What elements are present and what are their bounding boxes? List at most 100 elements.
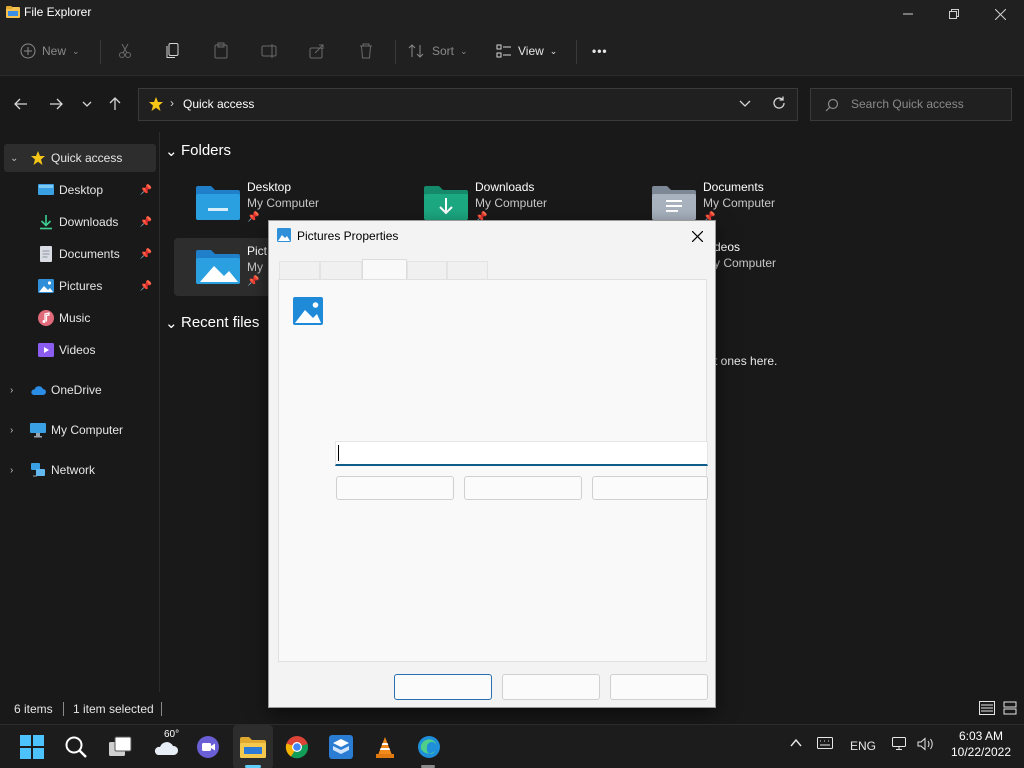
- sidebar-item-music[interactable]: Music: [0, 304, 156, 332]
- dialog-close-button[interactable]: [685, 225, 709, 247]
- sort-label: Sort: [432, 44, 455, 58]
- start-button[interactable]: [16, 731, 48, 763]
- more-options-button[interactable]: •••: [592, 38, 608, 64]
- volume-button[interactable]: [917, 737, 935, 754]
- videos-icon: [38, 343, 54, 357]
- name-input[interactable]: [335, 441, 708, 466]
- tab-2[interactable]: [320, 261, 362, 279]
- trash-icon: [360, 43, 372, 59]
- tab-1[interactable]: [279, 261, 320, 279]
- cut-button[interactable]: [117, 38, 133, 64]
- sidebar-item-label: Pictures: [59, 279, 103, 293]
- share-icon: [309, 44, 324, 59]
- chevron-down-icon[interactable]: ⌄: [165, 142, 178, 160]
- apply-button[interactable]: [610, 674, 708, 700]
- details-view-button[interactable]: [978, 700, 996, 716]
- taskbar-chrome[interactable]: [281, 731, 313, 763]
- pin-icon[interactable]: 📌: [140, 249, 152, 260]
- taskbar-vlc[interactable]: [369, 731, 401, 763]
- cancel-button[interactable]: [502, 674, 600, 700]
- document-icon: [40, 246, 52, 262]
- taskbar: 60° ENG 6:03 AM 10/22/2022: [0, 724, 1024, 768]
- paste-button[interactable]: [213, 38, 229, 64]
- dialog-button-3[interactable]: [592, 476, 708, 500]
- close-icon: [691, 230, 703, 242]
- sidebar-item-downloads[interactable]: Downloads 📌: [0, 208, 156, 236]
- pictures-icon: [38, 279, 54, 293]
- address-bar[interactable]: › Quick access: [138, 88, 798, 121]
- clock-date: 10/22/2022: [950, 745, 1012, 759]
- folders-section-title[interactable]: Folders: [181, 142, 231, 159]
- chevron-down-icon[interactable]: ⌄: [10, 153, 18, 164]
- task-view-button[interactable]: [104, 731, 136, 763]
- sidebar-item-documents[interactable]: Documents 📌: [0, 240, 156, 268]
- sidebar-item-videos[interactable]: Videos: [0, 336, 156, 364]
- dialog-tab-panel: [278, 279, 708, 662]
- tab-4[interactable]: [407, 261, 447, 279]
- pin-icon[interactable]: 📌: [140, 217, 152, 228]
- network-status-button[interactable]: [892, 737, 910, 754]
- folder-name: Pict: [247, 244, 268, 258]
- sidebar-item-pictures[interactable]: Pictures 📌: [0, 272, 156, 300]
- divider: [161, 702, 162, 716]
- recent-files-section-title[interactable]: Recent files: [181, 314, 259, 331]
- chevron-right-icon[interactable]: ›: [10, 465, 13, 476]
- pictures-icon: [277, 228, 291, 242]
- arrow-left-icon: [14, 98, 27, 110]
- taskbar-edge[interactable]: [413, 731, 445, 763]
- breadcrumb[interactable]: Quick access: [183, 97, 254, 111]
- chevron-down-icon[interactable]: ⌄: [165, 314, 178, 332]
- back-button[interactable]: [10, 94, 32, 114]
- touch-keyboard-button[interactable]: [817, 737, 833, 752]
- pictures-folder-icon: [293, 297, 323, 325]
- sidebar-item-my-computer[interactable]: › My Computer: [0, 416, 156, 444]
- paste-icon: [214, 42, 228, 59]
- forward-button[interactable]: [45, 94, 67, 114]
- minimize-button[interactable]: [885, 0, 931, 28]
- taskbar-sandbox[interactable]: [325, 731, 357, 763]
- dialog-button-2[interactable]: [464, 476, 582, 500]
- search-button[interactable]: [60, 731, 92, 763]
- sort-button[interactable]: Sort ⌄: [408, 38, 468, 64]
- ok-button[interactable]: [394, 674, 492, 700]
- view-button[interactable]: View ⌄: [496, 38, 557, 64]
- refresh-button[interactable]: [772, 96, 786, 113]
- chat-button[interactable]: [192, 731, 224, 763]
- traffic-cone-icon: [376, 737, 394, 758]
- sidebar-item-quick-access[interactable]: ⌄ Quick access: [4, 144, 156, 172]
- maximize-button[interactable]: [931, 0, 977, 28]
- recent-locations-button[interactable]: [76, 94, 98, 114]
- show-hidden-icons-button[interactable]: [790, 737, 802, 752]
- folder-name: Downloads: [475, 180, 535, 194]
- close-window-button[interactable]: [977, 0, 1023, 28]
- tiles-view-button[interactable]: [1001, 700, 1019, 716]
- weather-temperature: 60°: [164, 729, 180, 740]
- ethernet-icon: [892, 737, 906, 750]
- delete-button[interactable]: [358, 38, 374, 64]
- minimize-icon: [903, 13, 913, 15]
- sidebar-item-desktop[interactable]: Desktop 📌: [0, 176, 156, 204]
- sidebar-item-onedrive[interactable]: › OneDrive: [0, 376, 156, 404]
- chevron-right-icon[interactable]: ›: [10, 385, 13, 396]
- folder-name-videos-partial[interactable]: deos: [714, 240, 740, 254]
- tab-5[interactable]: [447, 261, 488, 279]
- new-button[interactable]: New ⌄: [20, 38, 80, 64]
- copy-button[interactable]: [165, 38, 181, 64]
- search-input[interactable]: Search Quick access: [810, 88, 1012, 121]
- sidebar-item-network[interactable]: › Network: [0, 456, 156, 484]
- clock[interactable]: 6:03 AM 10/22/2022: [948, 729, 1014, 759]
- input-language[interactable]: ENG: [850, 739, 876, 753]
- up-button[interactable]: [104, 94, 126, 114]
- tab-3-active[interactable]: [362, 259, 407, 280]
- pin-icon[interactable]: 📌: [140, 281, 152, 292]
- taskbar-file-explorer[interactable]: [237, 731, 269, 763]
- sidebar-item-label: Videos: [59, 343, 96, 357]
- rename-button[interactable]: [261, 38, 279, 64]
- dialog-button-1[interactable]: [336, 476, 454, 500]
- pin-icon[interactable]: 📌: [140, 185, 152, 196]
- address-history-button[interactable]: [739, 97, 751, 111]
- chevron-right-icon[interactable]: ›: [10, 425, 13, 436]
- cloud-icon: [31, 386, 46, 395]
- chevron-down-icon: ⌄: [72, 45, 80, 56]
- share-button[interactable]: [309, 38, 325, 64]
